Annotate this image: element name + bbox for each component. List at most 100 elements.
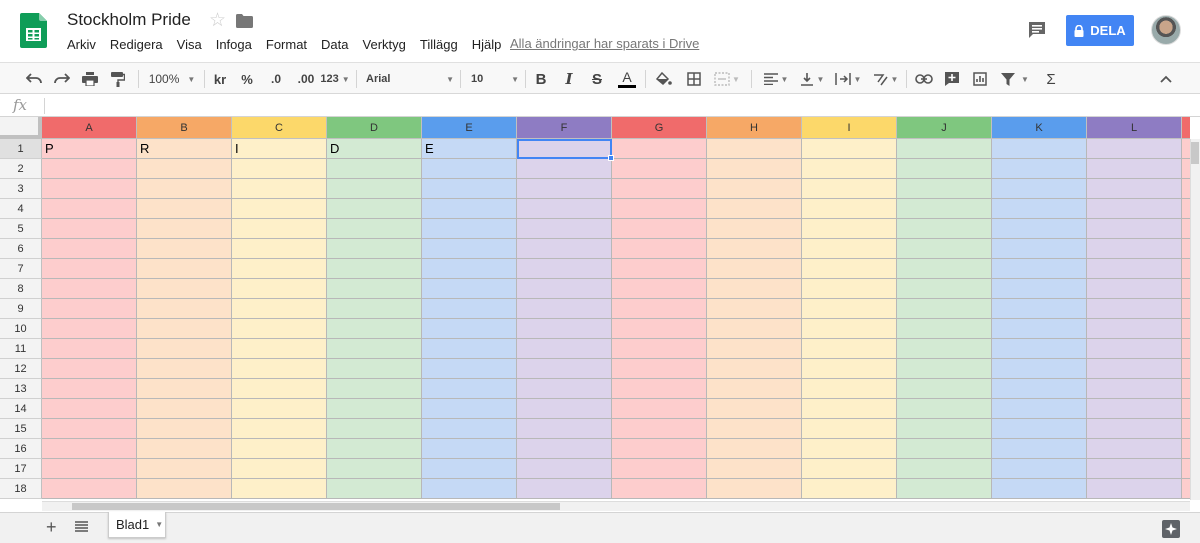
cell-b15[interactable] <box>137 419 232 439</box>
cell-a9[interactable] <box>42 299 137 319</box>
merge-cells-icon[interactable]: ▼ <box>712 63 742 95</box>
cell-f6[interactable] <box>517 239 612 259</box>
cell-l3[interactable] <box>1087 179 1182 199</box>
cell-k7[interactable] <box>992 259 1087 279</box>
cell-c8[interactable] <box>232 279 327 299</box>
cell-k12[interactable] <box>992 359 1087 379</box>
cell-m8[interactable] <box>1182 279 1190 299</box>
menu-infoga[interactable]: Infoga <box>216 37 252 52</box>
cell-f15[interactable] <box>517 419 612 439</box>
cell-h6[interactable] <box>707 239 802 259</box>
cell-i4[interactable] <box>802 199 897 219</box>
cell-c13[interactable] <box>232 379 327 399</box>
cell-f2[interactable] <box>517 159 612 179</box>
cell-g7[interactable] <box>612 259 707 279</box>
menu-verktyg[interactable]: Verktyg <box>363 37 406 52</box>
cell-h14[interactable] <box>707 399 802 419</box>
cell-m18[interactable] <box>1182 479 1190 499</box>
insert-comment-icon[interactable] <box>942 63 962 95</box>
cell-i15[interactable] <box>802 419 897 439</box>
share-button[interactable]: DELA <box>1066 15 1134 46</box>
cell-e3[interactable] <box>422 179 517 199</box>
cell-m3[interactable] <box>1182 179 1190 199</box>
cell-l8[interactable] <box>1087 279 1182 299</box>
cell-l12[interactable] <box>1087 359 1182 379</box>
cell-b14[interactable] <box>137 399 232 419</box>
cell-a6[interactable] <box>42 239 137 259</box>
column-header-g[interactable]: G <box>612 117 707 139</box>
cell-h18[interactable] <box>707 479 802 499</box>
cell-b6[interactable] <box>137 239 232 259</box>
cell-c12[interactable] <box>232 359 327 379</box>
cell-b18[interactable] <box>137 479 232 499</box>
cell-g11[interactable] <box>612 339 707 359</box>
cell-d6[interactable] <box>327 239 422 259</box>
cell-b13[interactable] <box>137 379 232 399</box>
cell-h1[interactable] <box>707 139 802 159</box>
undo-icon[interactable] <box>24 63 44 95</box>
cell-d14[interactable] <box>327 399 422 419</box>
column-header-f[interactable]: F <box>517 117 612 139</box>
cell-b7[interactable] <box>137 259 232 279</box>
cell-e8[interactable] <box>422 279 517 299</box>
text-wrap-icon[interactable]: ▼ <box>833 63 863 95</box>
row-header-4[interactable]: 4 <box>0 199 42 219</box>
cell-c5[interactable] <box>232 219 327 239</box>
row-header-8[interactable]: 8 <box>0 279 42 299</box>
cell-j17[interactable] <box>897 459 992 479</box>
cell-b3[interactable] <box>137 179 232 199</box>
cell-f11[interactable] <box>517 339 612 359</box>
menu-data[interactable]: Data <box>321 37 348 52</box>
cell-a14[interactable] <box>42 399 137 419</box>
cell-h11[interactable] <box>707 339 802 359</box>
cell-e7[interactable] <box>422 259 517 279</box>
cell-i7[interactable] <box>802 259 897 279</box>
cell-h13[interactable] <box>707 379 802 399</box>
strikethrough-button[interactable]: S <box>589 63 605 95</box>
sheet-tab-blad1[interactable]: Blad1 ▼ <box>108 512 166 538</box>
cell-j1[interactable] <box>897 139 992 159</box>
text-rotation-icon[interactable]: ▼ <box>869 63 901 95</box>
cell-k1[interactable] <box>992 139 1087 159</box>
cell-e10[interactable] <box>422 319 517 339</box>
cell-b11[interactable] <box>137 339 232 359</box>
document-title[interactable]: Stockholm Pride <box>67 10 191 30</box>
cell-c10[interactable] <box>232 319 327 339</box>
cell-j11[interactable] <box>897 339 992 359</box>
cell-d8[interactable] <box>327 279 422 299</box>
select-all-corner[interactable] <box>0 117 42 139</box>
cell-e11[interactable] <box>422 339 517 359</box>
cell-i6[interactable] <box>802 239 897 259</box>
cell-e6[interactable] <box>422 239 517 259</box>
cell-f16[interactable] <box>517 439 612 459</box>
paint-format-icon[interactable] <box>108 63 128 95</box>
cell-h12[interactable] <box>707 359 802 379</box>
cell-k3[interactable] <box>992 179 1087 199</box>
cell-h16[interactable] <box>707 439 802 459</box>
cell-d10[interactable] <box>327 319 422 339</box>
cell-k13[interactable] <box>992 379 1087 399</box>
cell-i10[interactable] <box>802 319 897 339</box>
cell-j8[interactable] <box>897 279 992 299</box>
cell-j13[interactable] <box>897 379 992 399</box>
cell-c18[interactable] <box>232 479 327 499</box>
cell-i12[interactable] <box>802 359 897 379</box>
cell-b8[interactable] <box>137 279 232 299</box>
cell-l15[interactable] <box>1087 419 1182 439</box>
column-header-i[interactable]: I <box>802 117 897 139</box>
cell-m2[interactable] <box>1182 159 1190 179</box>
cell-a10[interactable] <box>42 319 137 339</box>
cell-f7[interactable] <box>517 259 612 279</box>
filter-icon[interactable]: ▼ <box>998 63 1032 95</box>
cell-i13[interactable] <box>802 379 897 399</box>
cell-b12[interactable] <box>137 359 232 379</box>
cell-i8[interactable] <box>802 279 897 299</box>
cell-b4[interactable] <box>137 199 232 219</box>
sheets-logo-icon[interactable] <box>20 13 47 48</box>
cell-f3[interactable] <box>517 179 612 199</box>
cell-l16[interactable] <box>1087 439 1182 459</box>
cell-e4[interactable] <box>422 199 517 219</box>
cell-f8[interactable] <box>517 279 612 299</box>
italic-button[interactable]: I <box>561 63 577 95</box>
cell-f4[interactable] <box>517 199 612 219</box>
